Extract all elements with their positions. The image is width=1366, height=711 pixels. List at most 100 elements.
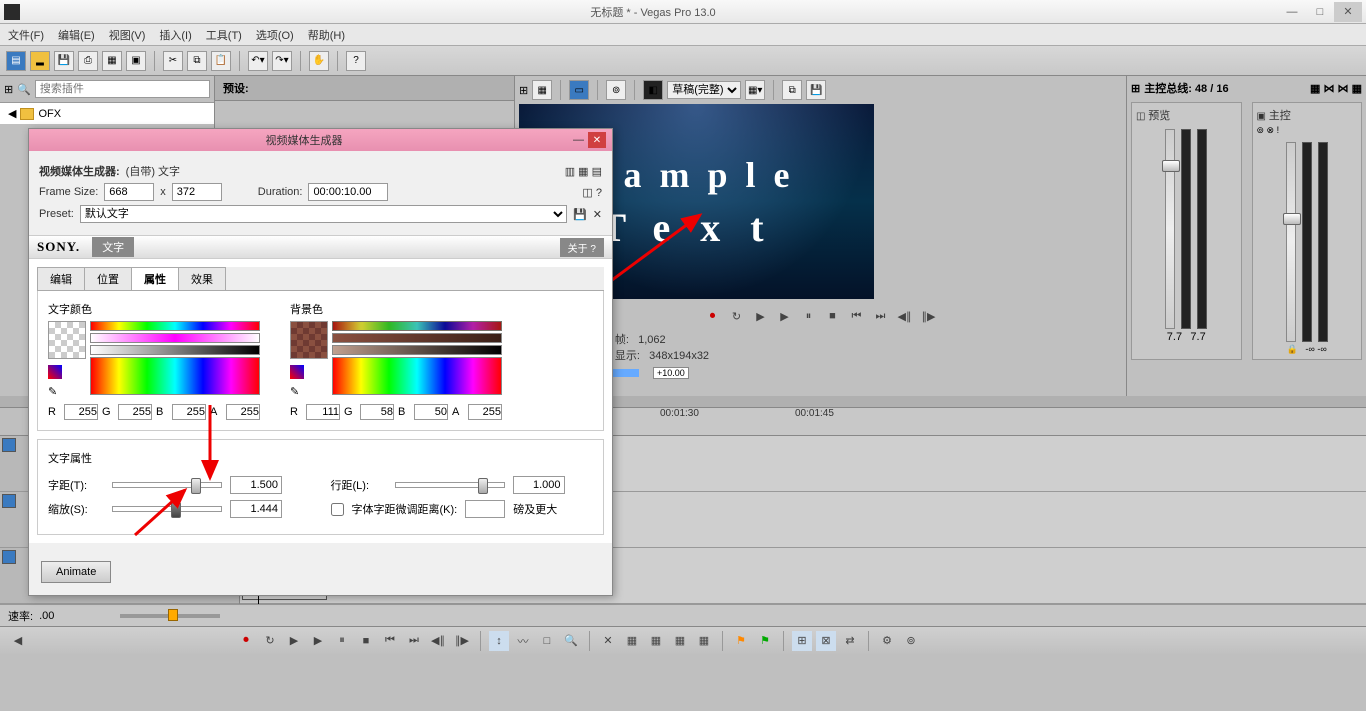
auto-ripple-icon[interactable]: ▦ [622,631,642,651]
dialog-close-button[interactable]: ✕ [588,132,606,148]
scale-input[interactable] [230,500,282,518]
text-swatch[interactable] [48,321,86,359]
grid-icon[interactable]: ▦▾ [745,80,765,100]
ignore-group-icon[interactable]: ⊚ [901,631,921,651]
step-fwd-icon[interactable]: ∥▶ [920,307,938,325]
preset-select[interactable]: 默认文字 [80,205,567,223]
tab-position[interactable]: 位置 [84,267,132,290]
link-icon[interactable]: ⚙ [877,631,897,651]
hue-slider[interactable] [90,321,260,331]
master-fader[interactable] [1286,142,1296,342]
kern-input[interactable] [465,500,505,518]
prev-icon[interactable]: ⏮ [848,307,866,325]
snap-grid-icon[interactable]: ⊠ [816,631,836,651]
marker-icon[interactable]: ⚑ [731,631,751,651]
tool-select-icon[interactable]: □ [537,631,557,651]
dialog-help-icon[interactable]: — [573,134,584,146]
plugin-tab[interactable]: 文字 [92,237,134,257]
play-start-icon[interactable]: ▶ [752,307,770,325]
tracking-slider[interactable] [112,482,222,488]
back-icon[interactable]: ◀ [8,107,16,120]
copy-frame-icon[interactable]: ⧉ [782,80,802,100]
duration-input[interactable] [308,183,388,201]
play-icon[interactable]: ▶ [776,307,794,325]
scroll-left-icon[interactable]: ◀ [8,631,28,651]
leading-input[interactable] [513,476,565,494]
go-end-icon[interactable]: ⏭ [404,631,424,651]
folder-row[interactable]: ◀ OFX [0,103,214,124]
height-input[interactable] [172,183,222,201]
bg-val-slider[interactable] [332,345,502,355]
preset-del-icon[interactable]: ✕ [593,208,602,221]
fx-icon[interactable]: ⊚ [606,80,626,100]
tab-edit[interactable]: 编辑 [37,267,85,290]
preview-fader[interactable] [1165,129,1175,329]
step-fwd-icon[interactable]: ∥▶ [452,631,472,651]
loop-icon[interactable]: ↻ [728,307,746,325]
color-field[interactable] [90,357,260,395]
about-link[interactable]: 关于 ? [560,238,604,257]
step-back-icon[interactable]: ◀∥ [428,631,448,651]
tool-zoom-icon[interactable]: 🔍 [561,631,581,651]
text-a[interactable] [226,404,260,420]
menu-help[interactable]: 帮助(H) [308,27,345,43]
props-icon[interactable]: ▣ [126,51,146,71]
palette-icon[interactable] [48,365,62,379]
render-icon[interactable]: ▦ [102,51,122,71]
lock-icon[interactable]: ▦ [646,631,666,651]
tool-normal-icon[interactable]: ↕ [489,631,509,651]
preset-save-icon[interactable]: 💾 [573,208,587,221]
tab-properties[interactable]: 属性 [131,267,179,290]
quantize-icon[interactable]: ▦ [694,631,714,651]
master-icons[interactable]: ⊚ ⊗ ! [1257,125,1358,136]
expand-icon[interactable]: ⊞ [1131,82,1140,95]
search-input[interactable] [35,80,210,98]
scale-slider[interactable] [112,506,222,512]
record-icon[interactable]: ⏺ [704,307,722,325]
bg-b[interactable] [414,404,448,420]
val-slider[interactable] [90,345,260,355]
text-g[interactable] [118,404,152,420]
play-start-icon[interactable]: ▶ [284,631,304,651]
tool-envelope-icon[interactable]: 〰 [513,631,533,651]
bg-sat-slider[interactable] [332,333,502,343]
enable-snap-icon[interactable]: ⊞ [792,631,812,651]
mixer-tools-icon[interactable]: ▦ ⋈ ⋈ ▦ [1310,82,1362,95]
copy-icon[interactable]: ⧉ [187,51,207,71]
match-icon[interactable]: ◫ ? [582,186,602,199]
record-icon[interactable]: ⏺ [236,631,256,651]
chain-icons[interactable]: ▥ ▦ ▤ [565,165,602,178]
minimize-button[interactable]: — [1278,2,1306,22]
menu-edit[interactable]: 编辑(E) [58,27,95,43]
expand-icon[interactable]: ⊞ [4,83,13,96]
menu-tools[interactable]: 工具(T) [206,27,242,43]
new-icon[interactable]: ▤ [6,51,26,71]
text-r[interactable] [64,404,98,420]
play-icon[interactable]: ▶ [308,631,328,651]
menu-options[interactable]: 选项(O) [256,27,294,43]
rate-slider[interactable] [120,614,220,618]
quality-select[interactable]: 草稿(完整) [667,81,741,99]
open-icon[interactable]: ▂ [30,51,50,71]
menu-file[interactable]: 文件(F) [8,27,44,43]
width-input[interactable] [104,183,154,201]
loop-icon[interactable]: ↻ [260,631,280,651]
undo-icon[interactable]: ↶▾ [248,51,268,71]
animate-button[interactable]: Animate [41,561,111,583]
bg-r[interactable] [306,404,340,420]
help-icon[interactable]: ? [346,51,366,71]
region-icon[interactable]: ⚑ [755,631,775,651]
next-icon[interactable]: ⏭ [872,307,890,325]
monitor-icon[interactable]: ▭ [569,80,589,100]
stop-icon[interactable]: ■ [356,631,376,651]
pause-icon[interactable]: ⏸ [800,307,818,325]
bg-hue-slider[interactable] [332,321,502,331]
text-b[interactable] [172,404,206,420]
kern-checkbox[interactable] [331,503,344,516]
sat-slider[interactable] [90,333,260,343]
split-icon[interactable]: ◧ [643,80,663,100]
save-icon[interactable]: 💾 [54,51,74,71]
settings-icon[interactable]: ▦ [532,80,552,100]
tracking-input[interactable] [230,476,282,494]
cut-icon[interactable]: ✂ [163,51,183,71]
